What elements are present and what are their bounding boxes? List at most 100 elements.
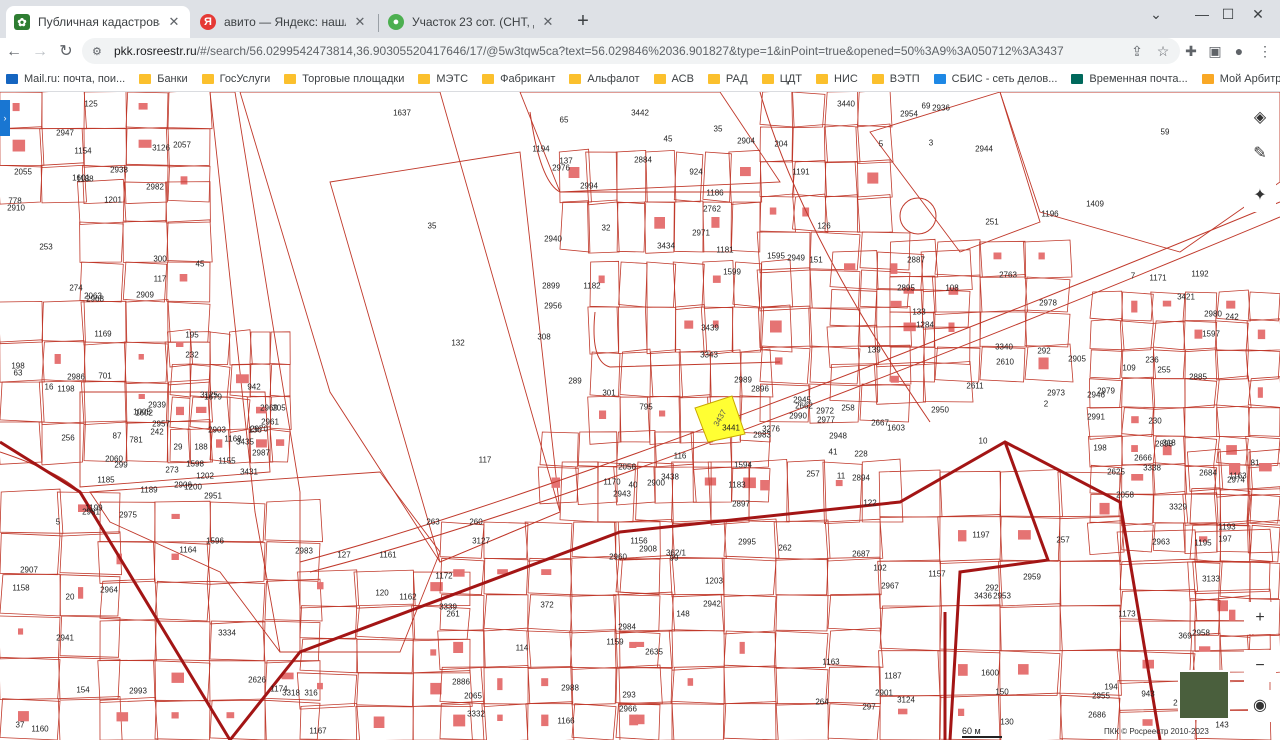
- parcel-polygon[interactable]: [80, 380, 128, 426]
- parcel-polygon[interactable]: [775, 702, 829, 740]
- parcel-polygon[interactable]: [123, 341, 169, 385]
- parcel-polygon[interactable]: [587, 306, 620, 355]
- parcel-polygon[interactable]: [239, 92, 561, 563]
- bookmark-item[interactable]: Фабрикант: [482, 73, 555, 85]
- parcel-polygon[interactable]: [167, 92, 213, 130]
- parcel-polygon[interactable]: [1247, 376, 1280, 408]
- parcel-polygon[interactable]: [878, 469, 943, 518]
- parcel-polygon[interactable]: [1059, 604, 1122, 652]
- parcel-polygon[interactable]: [0, 421, 43, 465]
- parcel-polygon[interactable]: [1152, 320, 1186, 351]
- parcel-polygon[interactable]: [759, 160, 795, 198]
- parcel-polygon[interactable]: [1245, 349, 1280, 382]
- parcel-polygon[interactable]: [1057, 471, 1121, 520]
- parcel-polygon[interactable]: [979, 274, 1028, 313]
- parcel-polygon[interactable]: [1216, 405, 1251, 437]
- parcel-polygon[interactable]: [1249, 561, 1280, 600]
- parcel-polygon[interactable]: [775, 594, 829, 632]
- parcel-polygon[interactable]: [0, 488, 64, 534]
- parcel-polygon[interactable]: [1121, 291, 1154, 322]
- address-bar[interactable]: ⚙ pkk.rosreestr.ru/#/search/56.029954247…: [82, 38, 1180, 64]
- parcel-polygon[interactable]: [856, 194, 893, 233]
- parcel-polygon[interactable]: [0, 300, 44, 345]
- parcel-polygon[interactable]: [1024, 311, 1071, 348]
- reload-icon[interactable]: ↻: [54, 40, 78, 64]
- parcel-polygon[interactable]: [524, 521, 573, 562]
- parcel-polygon[interactable]: [59, 531, 122, 576]
- parcel-polygon[interactable]: [97, 659, 157, 703]
- parcel-polygon[interactable]: [774, 630, 829, 669]
- bookmark-item[interactable]: ВЭТП: [871, 73, 920, 85]
- parcel-polygon[interactable]: [97, 541, 156, 584]
- parcel-polygon[interactable]: [671, 665, 726, 705]
- parcel-polygon[interactable]: [861, 458, 904, 523]
- parcel-polygon[interactable]: [760, 258, 794, 308]
- layers-icon[interactable]: ◈: [1244, 102, 1276, 134]
- parcel-polygon[interactable]: [1214, 349, 1249, 381]
- parcel-polygon[interactable]: [1249, 524, 1280, 563]
- parcel-polygon[interactable]: [356, 638, 414, 674]
- bookmark-item[interactable]: Временная почта...: [1071, 73, 1188, 85]
- parcel-polygon[interactable]: [587, 395, 622, 445]
- cadastral-map[interactable]: 274 273 1637 795 2763 3338 3339 3332 3133 3126 312…: [0, 92, 1280, 740]
- parcel-polygon[interactable]: [569, 594, 617, 634]
- forward-icon[interactable]: →: [28, 40, 52, 64]
- parcel-polygon[interactable]: [526, 630, 573, 669]
- parcel-polygon[interactable]: [83, 92, 127, 130]
- parcel-polygon[interactable]: [226, 396, 251, 433]
- parcel-polygon[interactable]: [873, 361, 927, 405]
- parcel-polygon[interactable]: [0, 698, 61, 740]
- parcel-polygon[interactable]: [616, 306, 648, 354]
- bookmark-item[interactable]: СБИС - сеть делов...: [933, 73, 1057, 85]
- parcel-polygon[interactable]: [1247, 493, 1280, 524]
- parcel-polygon[interactable]: [649, 348, 684, 398]
- parcel-polygon[interactable]: [809, 345, 861, 385]
- parcel-polygon[interactable]: [879, 516, 941, 562]
- bookmark-item[interactable]: Банки: [139, 73, 188, 85]
- parcel-polygon[interactable]: [0, 573, 61, 617]
- parcel-polygon[interactable]: [209, 331, 231, 365]
- parcel-polygon[interactable]: [673, 200, 705, 253]
- parcel-polygon[interactable]: [808, 307, 861, 348]
- parcel-polygon[interactable]: [1182, 492, 1219, 526]
- parcel-polygon[interactable]: [125, 92, 169, 130]
- parcel-polygon[interactable]: [206, 541, 266, 585]
- parcel-polygon[interactable]: [559, 461, 599, 523]
- parcel-polygon[interactable]: [933, 311, 981, 349]
- parcel-polygon[interactable]: [644, 306, 677, 355]
- parcel-polygon[interactable]: [732, 306, 762, 353]
- close-tab-icon[interactable]: ✕: [352, 14, 368, 30]
- bookmark-item[interactable]: ЦДТ: [761, 73, 802, 85]
- share-icon[interactable]: ⇪: [1126, 40, 1148, 62]
- bookmark-star-icon[interactable]: ☆: [1152, 40, 1174, 62]
- extensions-icon[interactable]: ✚: [1180, 40, 1202, 62]
- parcel-polygon[interactable]: [99, 501, 156, 543]
- parcel-polygon[interactable]: [356, 603, 416, 640]
- parcel-polygon[interactable]: [355, 705, 414, 740]
- parcel-polygon[interactable]: [879, 605, 941, 652]
- chevron-down-icon[interactable]: ⌄: [1134, 2, 1178, 26]
- parcel-polygon[interactable]: [668, 630, 725, 671]
- parcel-polygon[interactable]: [756, 267, 813, 312]
- tab-yandex[interactable]: Я авито — Яндекс: нашлось 6 ты... ✕: [192, 6, 376, 38]
- parcel-polygon[interactable]: [264, 498, 324, 543]
- profile-avatar-icon[interactable]: ●: [1228, 40, 1250, 62]
- parcel-polygon[interactable]: [166, 219, 213, 263]
- parcel-polygon[interactable]: [1213, 493, 1249, 526]
- parcel-polygon[interactable]: [559, 200, 591, 253]
- parcel-polygon[interactable]: [999, 469, 1063, 518]
- parcel-polygon[interactable]: [209, 620, 266, 662]
- close-window-button[interactable]: ✕: [1236, 2, 1280, 26]
- parcel-polygon[interactable]: [329, 151, 561, 563]
- parcel-polygon[interactable]: [979, 309, 1028, 348]
- parcel-polygon[interactable]: [937, 514, 1003, 564]
- parcel-polygon[interactable]: [1183, 404, 1220, 439]
- parcel-polygon[interactable]: [707, 461, 750, 526]
- parcel-polygon[interactable]: [824, 160, 859, 198]
- parcel-polygon[interactable]: [939, 470, 1002, 518]
- parcel-polygon[interactable]: [1089, 349, 1123, 380]
- parcel-polygon[interactable]: [827, 593, 882, 632]
- parcel-polygon[interactable]: [1023, 239, 1073, 279]
- parcel-polygon[interactable]: [671, 461, 712, 525]
- parcel-polygon[interactable]: [646, 261, 677, 308]
